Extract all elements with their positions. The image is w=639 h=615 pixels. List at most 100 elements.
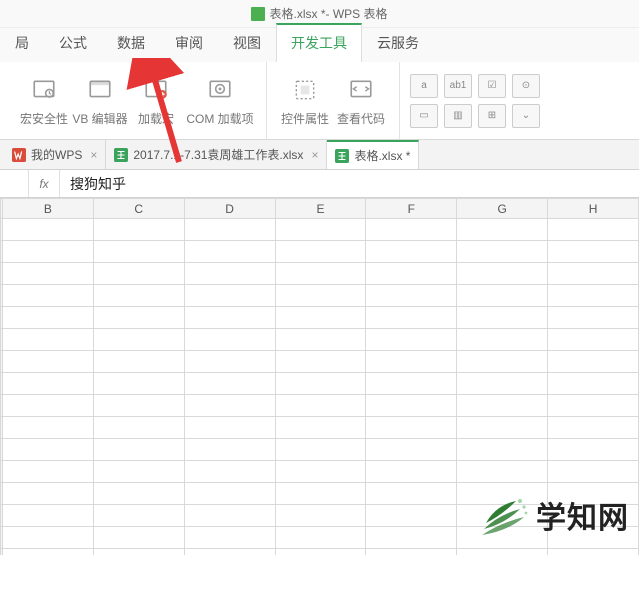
cell[interactable] <box>275 527 366 549</box>
menu-tab-6[interactable]: 云服务 <box>362 24 434 62</box>
cell[interactable] <box>3 351 94 373</box>
menu-tab-3[interactable]: 审阅 <box>160 24 218 62</box>
cell[interactable] <box>93 395 184 417</box>
cell[interactable] <box>275 505 366 527</box>
doc-tab-1[interactable]: 2017.7.1-7.31袁周雄工作表.xlsx× <box>106 140 327 169</box>
cell[interactable] <box>93 373 184 395</box>
close-icon[interactable]: × <box>90 148 97 162</box>
cell[interactable] <box>275 329 366 351</box>
cell[interactable] <box>548 285 639 307</box>
cell[interactable] <box>457 527 548 549</box>
cell[interactable] <box>366 373 457 395</box>
cell[interactable] <box>275 263 366 285</box>
cell[interactable] <box>184 329 275 351</box>
cell[interactable] <box>275 373 366 395</box>
menu-tab-4[interactable]: 视图 <box>218 24 276 62</box>
col-header-D[interactable]: D <box>184 199 275 219</box>
cell[interactable] <box>184 395 275 417</box>
cell[interactable] <box>93 417 184 439</box>
cell[interactable] <box>457 439 548 461</box>
cell[interactable] <box>93 285 184 307</box>
cell[interactable] <box>184 483 275 505</box>
cell[interactable] <box>366 417 457 439</box>
cell[interactable] <box>184 439 275 461</box>
cell[interactable] <box>184 351 275 373</box>
cell[interactable] <box>93 263 184 285</box>
cell[interactable] <box>366 395 457 417</box>
cell[interactable] <box>93 307 184 329</box>
cell[interactable] <box>3 549 94 556</box>
cell[interactable] <box>184 219 275 241</box>
cell[interactable] <box>3 307 94 329</box>
cell[interactable] <box>3 219 94 241</box>
cell[interactable] <box>275 549 366 556</box>
cell[interactable] <box>548 241 639 263</box>
cell[interactable] <box>366 329 457 351</box>
cell[interactable] <box>3 373 94 395</box>
cell[interactable] <box>366 241 457 263</box>
cell[interactable] <box>457 505 548 527</box>
cell[interactable] <box>184 241 275 263</box>
control-btn-3[interactable]: ⊙ <box>512 74 540 98</box>
cell[interactable] <box>3 395 94 417</box>
cell[interactable] <box>93 329 184 351</box>
cell[interactable] <box>366 351 457 373</box>
menu-tab-2[interactable]: 数据 <box>102 24 160 62</box>
cell[interactable] <box>366 307 457 329</box>
cell[interactable] <box>3 417 94 439</box>
cell[interactable] <box>3 483 94 505</box>
ribbon-vb[interactable]: VB 编辑器 <box>72 76 128 127</box>
cell[interactable] <box>366 461 457 483</box>
cell[interactable] <box>184 263 275 285</box>
cell[interactable] <box>93 505 184 527</box>
cell[interactable] <box>275 439 366 461</box>
cell[interactable] <box>184 461 275 483</box>
ribbon-shield[interactable]: 宏安全性 <box>16 76 72 127</box>
menu-tab-0[interactable]: 局 <box>0 24 44 62</box>
cell[interactable] <box>457 285 548 307</box>
cell[interactable] <box>275 417 366 439</box>
cell[interactable] <box>3 285 94 307</box>
control-btn-5[interactable]: ▥ <box>444 104 472 128</box>
grid[interactable]: BCDEFGH <box>0 198 639 555</box>
cell[interactable] <box>366 549 457 556</box>
spreadsheet-area[interactable]: BCDEFGH 学知网 <box>0 198 639 555</box>
cell[interactable] <box>275 483 366 505</box>
col-header-C[interactable]: C <box>93 199 184 219</box>
cell[interactable] <box>457 263 548 285</box>
fx-icon[interactable]: fx <box>28 170 60 197</box>
cell[interactable] <box>275 285 366 307</box>
ribbon-com[interactable]: COM 加载项 <box>184 76 256 127</box>
doc-tab-0[interactable]: 我的WPS× <box>4 140 106 169</box>
control-btn-0[interactable]: a <box>410 74 438 98</box>
cell[interactable] <box>548 483 639 505</box>
cell[interactable] <box>184 417 275 439</box>
cell[interactable] <box>457 351 548 373</box>
cell[interactable] <box>548 373 639 395</box>
cell[interactable] <box>275 241 366 263</box>
cell[interactable] <box>548 329 639 351</box>
cell[interactable] <box>548 461 639 483</box>
cell[interactable] <box>548 219 639 241</box>
cell[interactable] <box>275 219 366 241</box>
cell[interactable] <box>548 549 639 556</box>
cell[interactable] <box>457 417 548 439</box>
menu-tab-5[interactable]: 开发工具 <box>276 23 362 62</box>
cell[interactable] <box>548 307 639 329</box>
cell[interactable] <box>548 439 639 461</box>
ribbon-macro[interactable]: 加载宏 <box>128 76 184 127</box>
col-header-E[interactable]: E <box>275 199 366 219</box>
cell[interactable] <box>457 483 548 505</box>
col-header-G[interactable]: G <box>457 199 548 219</box>
col-header-B[interactable]: B <box>3 199 94 219</box>
cell[interactable] <box>366 263 457 285</box>
cell[interactable] <box>184 505 275 527</box>
cell[interactable] <box>457 219 548 241</box>
cell[interactable] <box>457 329 548 351</box>
cell[interactable] <box>93 461 184 483</box>
close-icon[interactable]: × <box>311 148 318 162</box>
cell[interactable] <box>548 395 639 417</box>
control-btn-1[interactable]: ab1 <box>444 74 472 98</box>
cell[interactable] <box>93 549 184 556</box>
cell[interactable] <box>366 527 457 549</box>
